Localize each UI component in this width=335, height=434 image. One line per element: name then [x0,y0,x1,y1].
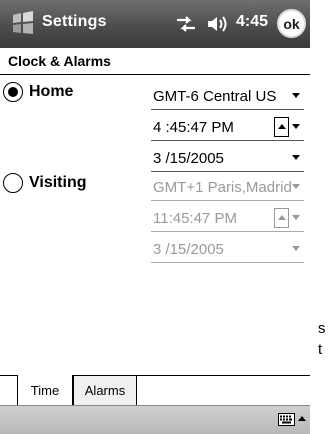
visiting-date-picker[interactable]: 3 /15/2005 [151,235,304,263]
tab-time[interactable]: Time [17,375,73,406]
window-title: Settings [42,13,107,30]
home-radio-option[interactable]: Home [3,82,73,102]
connectivity-icon[interactable] [175,15,197,33]
clock[interactable]: 4:45 [236,13,268,31]
home-timezone-value: GMT-6 Central US [153,88,277,105]
visiting-radio-option[interactable]: Visiting [3,173,87,193]
home-radio-button[interactable] [3,82,23,102]
chevron-up-icon[interactable] [297,413,307,426]
chevron-down-icon[interactable] [292,184,300,189]
home-time-stepper[interactable] [274,117,304,137]
home-label: Home [29,83,74,100]
keyboard-icon[interactable] [278,413,295,426]
edge-text-line: s [318,320,326,337]
visiting-date-value: 3 /15/2005 [153,241,224,258]
menu-bar [0,405,310,434]
visiting-radio-button[interactable] [3,173,23,193]
home-date-picker[interactable]: 3 /15/2005 [151,144,304,172]
stepper-down-icon[interactable] [289,117,304,137]
ok-button[interactable]: ok [277,9,306,38]
chevron-down-icon[interactable] [292,155,300,160]
visiting-time-value[interactable]: 11:45:47 PM [153,210,237,227]
stepper-up-icon[interactable] [274,117,289,137]
visiting-time-stepper[interactable] [274,208,304,228]
chevron-down-icon[interactable] [292,93,300,98]
visiting-timezone-dropdown[interactable]: GMT+1 Paris,Madrid [151,173,304,201]
home-timezone-dropdown[interactable]: GMT-6 Central US [151,82,304,110]
home-time-field[interactable]: 4 :45:47 PM [151,113,304,141]
volume-icon[interactable] [206,14,228,34]
visiting-label: Visiting [29,174,87,191]
chevron-down-icon[interactable] [292,246,300,251]
page-title: Clock & Alarms [0,48,310,75]
stepper-up-icon[interactable] [274,208,289,228]
stepper-down-icon[interactable] [289,208,304,228]
tab-strip: Time Alarms [0,375,310,406]
pda-screen: Settings 4:45 ok Clock & Alarms Home GMT… [0,0,310,434]
tab-alarms[interactable]: Alarms [73,375,137,406]
visiting-time-field[interactable]: 11:45:47 PM [151,204,304,232]
home-date-value: 3 /15/2005 [153,150,224,167]
visiting-timezone-value: GMT+1 Paris,Madrid [153,179,292,196]
home-time-value[interactable]: 4 :45:47 PM [153,119,234,136]
edge-text-line: t [318,341,323,358]
title-bar: Settings 4:45 ok [0,0,310,48]
clipped-edge-text: s t [318,318,326,360]
windows-flag-icon[interactable] [10,10,36,36]
